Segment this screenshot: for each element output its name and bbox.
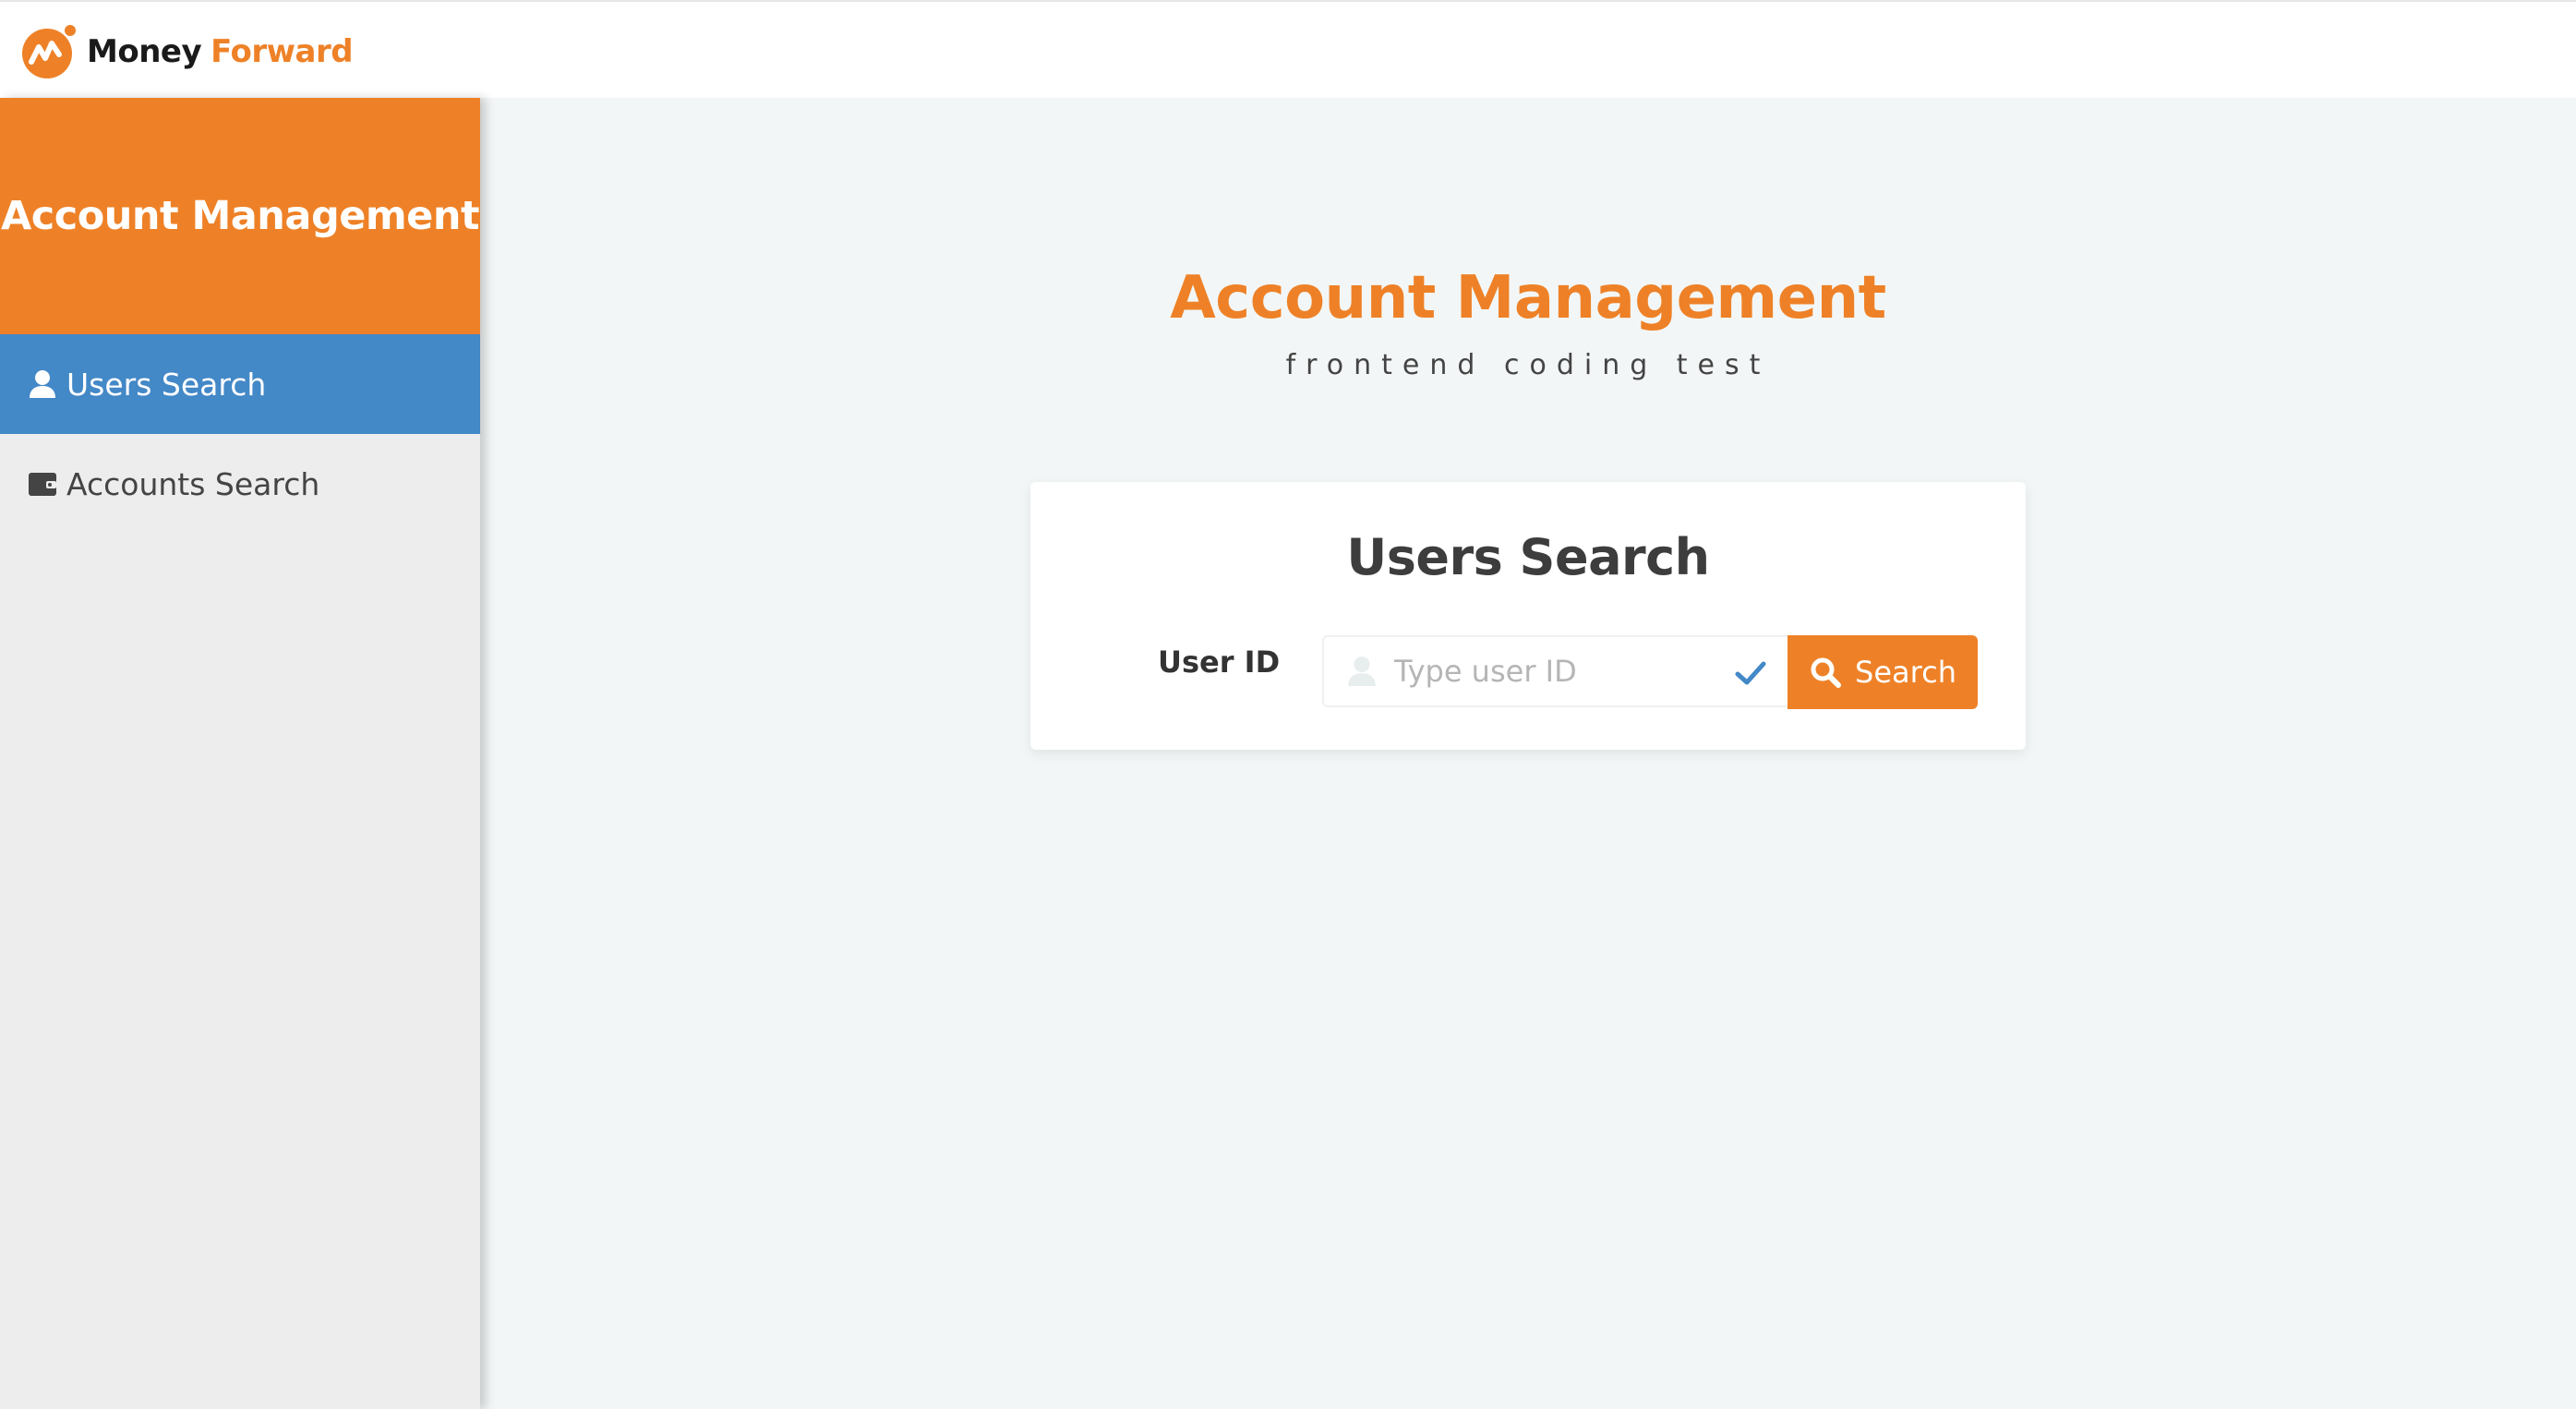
sidebar-item-label: Users Search bbox=[66, 366, 267, 403]
sidebar: Account Management Users Search Accounts… bbox=[0, 98, 480, 1409]
search-button[interactable]: Search bbox=[1788, 635, 1978, 709]
sidebar-item-accounts-search[interactable]: Accounts Search bbox=[0, 434, 480, 534]
users-search-card: Users Search User ID Search bbox=[1030, 482, 2026, 750]
search-icon bbox=[1811, 657, 1842, 688]
search-button-label: Search bbox=[1855, 655, 1956, 690]
main-content: Account Management frontend coding test … bbox=[480, 98, 2576, 1409]
money-forward-logo[interactable]: Money Forward bbox=[20, 24, 354, 79]
top-bar: Money Forward bbox=[0, 0, 2576, 98]
sidebar-title: Account Management bbox=[0, 193, 480, 239]
user-id-input[interactable] bbox=[1324, 637, 1788, 705]
sidebar-item-users-search[interactable]: Users Search bbox=[0, 334, 480, 434]
user-icon bbox=[28, 369, 57, 399]
checkmark-icon bbox=[1735, 661, 1766, 685]
page-title: Account Management bbox=[1170, 264, 1886, 332]
logo-forward-text: Forward bbox=[211, 33, 354, 70]
user-id-input-group bbox=[1322, 635, 1788, 707]
logo-wordmark: Money Forward bbox=[87, 33, 354, 70]
sidebar-header: Account Management bbox=[0, 98, 480, 334]
money-forward-logo-icon bbox=[22, 25, 76, 78]
wallet-icon bbox=[28, 469, 57, 499]
user-id-label: User ID bbox=[1158, 644, 1281, 680]
logo-money-text: Money bbox=[87, 33, 202, 70]
card-title: Users Search bbox=[1346, 528, 1710, 586]
sidebar-item-label: Accounts Search bbox=[66, 465, 320, 502]
page-subtitle: frontend coding test bbox=[1285, 349, 1771, 381]
